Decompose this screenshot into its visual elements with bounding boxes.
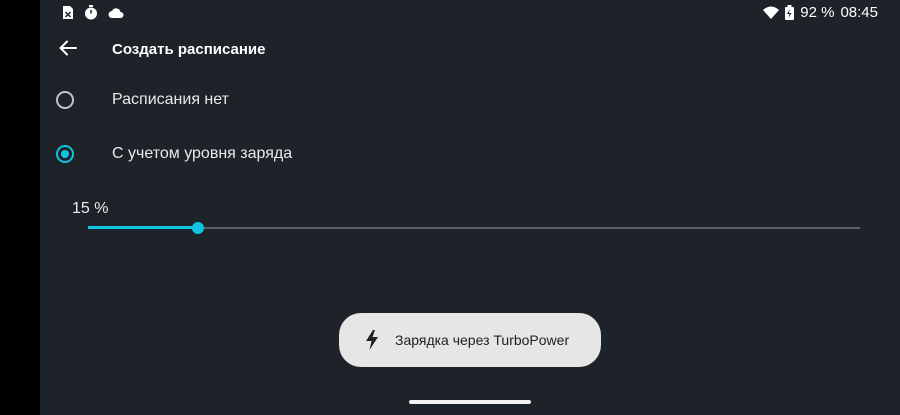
page-title: Создать расписание [112, 41, 266, 58]
timer-icon [84, 5, 98, 20]
lightning-bolt-icon [363, 329, 385, 351]
radio-button-checked[interactable] [56, 145, 74, 163]
toolbar: Создать расписание [40, 32, 900, 68]
sim-card-icon [62, 5, 74, 20]
clock: 08:45 [840, 4, 878, 21]
toast-message: Зарядка через TurboPower [339, 313, 601, 367]
toast-text: Зарядка через TurboPower [395, 332, 570, 348]
battery-icon [785, 5, 795, 20]
slider-fill [88, 226, 199, 229]
status-left-icons [62, 5, 124, 20]
option-no-schedule[interactable]: Расписания нет [56, 80, 876, 120]
status-bar: 92 % 08:45 [40, 0, 900, 26]
battery-percent: 92 % [800, 4, 835, 21]
option-label: С учетом уровня заряда [112, 145, 293, 162]
arrow-back-icon [59, 40, 77, 61]
status-right-icons: 92 % 08:45 [763, 4, 878, 21]
option-battery-level[interactable]: С учетом уровня заряда [56, 134, 876, 174]
navigation-handle[interactable] [409, 400, 531, 404]
slider-value-label: 15 % [72, 200, 109, 217]
back-button[interactable] [54, 36, 82, 64]
cloud-icon [108, 7, 124, 19]
display-cutout [0, 0, 40, 415]
wifi-icon [763, 6, 780, 19]
option-label: Расписания нет [112, 91, 229, 108]
slider-thumb[interactable] [192, 222, 205, 234]
radio-button-unchecked[interactable] [56, 91, 74, 109]
screen: 92 % 08:45 Создать расписание Расписания… [40, 0, 900, 415]
battery-level-slider[interactable] [88, 218, 860, 238]
